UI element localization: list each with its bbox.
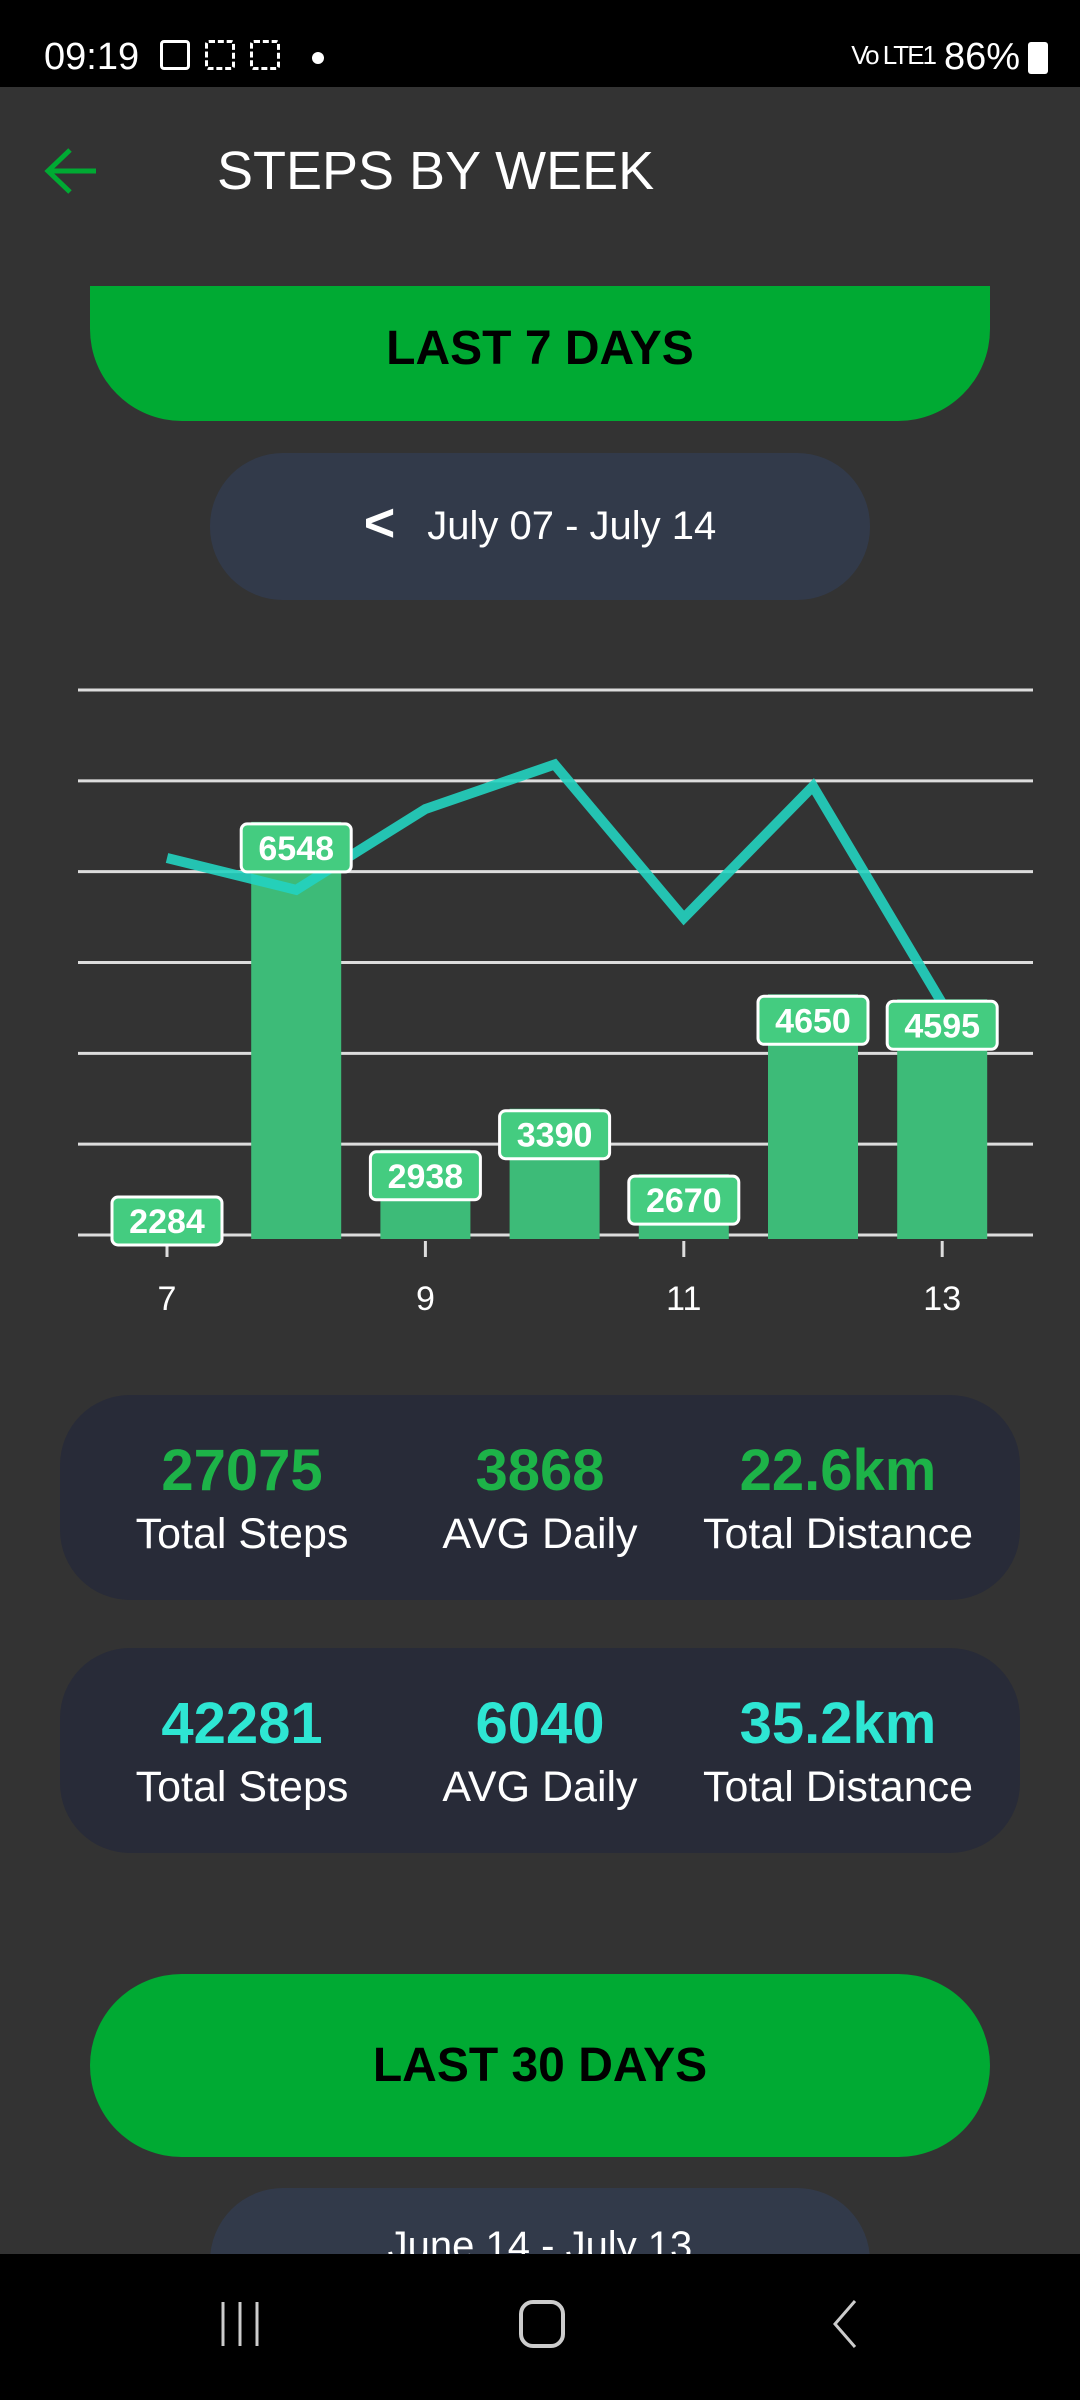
total-steps-value: 27075: [161, 1438, 323, 1503]
signal-icon: Vo LTE1: [851, 40, 937, 70]
date-range-label: July 07 - July 14: [427, 504, 717, 548]
x-tick-label: 13: [923, 1280, 961, 1318]
data-label: 6548: [258, 830, 334, 868]
status-bar: 09:19 Vo LTE1 86%: [0, 0, 1080, 87]
total-steps-value: 42281: [161, 1691, 323, 1756]
arrow-left-icon[interactable]: [44, 146, 100, 196]
data-label: 4650: [775, 1002, 851, 1040]
data-label: 2938: [388, 1158, 464, 1196]
total-steps-label: Total Steps: [135, 1763, 349, 1811]
last-30-days-button[interactable]: LAST 30 DAYS: [90, 1974, 990, 2157]
total-distance-label: Total Distance: [702, 1510, 974, 1558]
date-range-selector: < July 07 - July 14: [210, 453, 870, 600]
steps-chart: 7 9 11 13 2284 6548 2938 3390 2670 4650 4595: [78, 688, 1033, 1318]
x-tick-label: 11: [666, 1280, 701, 1318]
x-tick-label: 7: [158, 1280, 177, 1318]
total-distance-value: 35.2km: [739, 1691, 937, 1756]
data-label: 4595: [904, 1007, 980, 1045]
total-steps-label: Total Steps: [135, 1510, 349, 1558]
data-label: 2670: [646, 1182, 722, 1220]
notification-icon: [205, 40, 235, 70]
back-icon[interactable]: [825, 2299, 865, 2349]
current-stats-card: 27075 Total Steps 3868 AVG Daily 22.6km Tot…: [60, 1395, 1020, 1600]
more-notifications-icon: [312, 52, 324, 64]
recent-apps-icon[interactable]: [215, 2299, 265, 2349]
avg-daily-label: AVG Daily: [442, 1510, 638, 1558]
chevron-left-icon[interactable]: <: [364, 492, 396, 554]
total-distance-label: Total Distance: [702, 1763, 974, 1811]
data-label: 2284: [129, 1203, 205, 1241]
avg-daily-value: 6040: [475, 1691, 605, 1756]
home-icon[interactable]: [517, 2299, 567, 2349]
page-title: STEPS BY WEEK: [217, 141, 655, 201]
data-label: 3390: [517, 1117, 593, 1155]
navigation-bar: [0, 2254, 1080, 2400]
battery-icon: [1028, 42, 1048, 74]
previous-stats-card: 42281 Total Steps 6040 AVG Daily 35.2km Tot…: [60, 1648, 1020, 1853]
total-distance-value: 22.6km: [739, 1438, 937, 1503]
clock: 09:19: [44, 36, 140, 78]
avg-daily-label: AVG Daily: [442, 1763, 638, 1811]
notification-icon: [250, 40, 280, 70]
gallery-icon: [160, 40, 190, 70]
last-7-days-button[interactable]: LAST 7 DAYS: [90, 286, 990, 421]
x-tick-label: 9: [416, 1280, 435, 1318]
battery-level: 86%: [943, 36, 1020, 78]
avg-daily-value: 3868: [475, 1438, 605, 1503]
